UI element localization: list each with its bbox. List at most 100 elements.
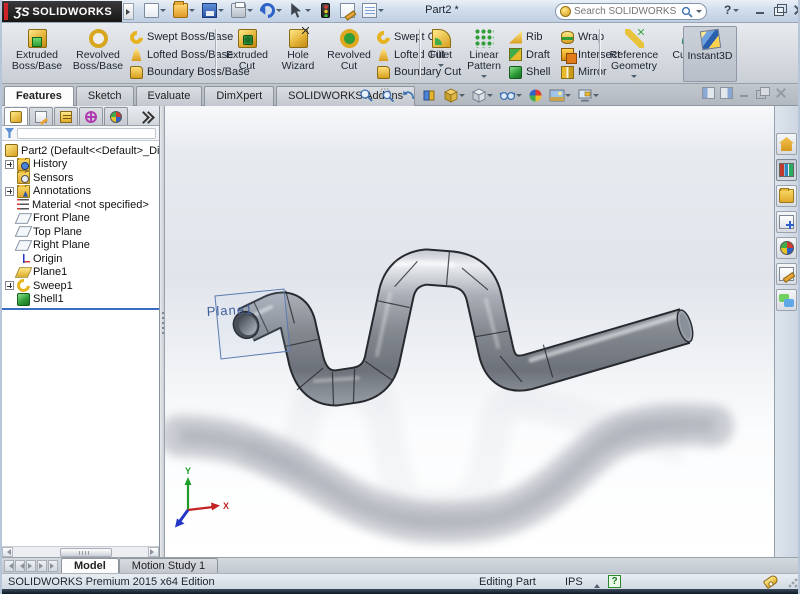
new-document-button[interactable] <box>142 2 168 19</box>
revolved-cut-button[interactable]: Revolved Cut <box>323 26 375 72</box>
tree-item-right-plane[interactable]: Right Plane <box>2 239 159 253</box>
expand-icon[interactable] <box>5 281 14 290</box>
tree-item-annotations[interactable]: Annotations <box>2 185 159 199</box>
tree-item-origin[interactable]: Origin <box>2 252 159 266</box>
propertymanager-tab[interactable] <box>29 107 53 125</box>
tree-item-shell1[interactable]: Shell1 <box>2 293 159 307</box>
tree-item-plane1[interactable]: Plane1 <box>2 266 159 280</box>
save-button[interactable] <box>200 2 226 19</box>
tree-item-history[interactable]: History <box>2 158 159 172</box>
motion-study-tab[interactable]: Motion Study 1 <box>119 558 218 573</box>
tab-list-button[interactable] <box>48 560 58 572</box>
select-button[interactable] <box>287 2 313 19</box>
menu-expand-button[interactable] <box>123 3 134 20</box>
linear-pattern-button[interactable]: Linear Pattern <box>461 26 507 81</box>
prev-tab-button[interactable] <box>15 560 25 572</box>
custom-properties-button[interactable] <box>776 263 797 285</box>
tag-icon[interactable] <box>763 574 780 589</box>
resize-grip[interactable] <box>788 578 798 588</box>
tab-features[interactable]: Features <box>4 86 74 106</box>
tree-item-sweep1[interactable]: Sweep1 <box>2 279 159 293</box>
scroll-left-arrow[interactable] <box>2 547 13 557</box>
displaymanager-tab[interactable] <box>104 107 128 125</box>
featuremanager-tree-tab[interactable] <box>4 107 28 125</box>
instant3d-toggle-button[interactable]: Instant3D <box>683 26 737 82</box>
units-dropdown-icon[interactable] <box>594 581 600 588</box>
configurationmanager-tab[interactable] <box>54 107 78 125</box>
tab-evaluate[interactable]: Evaluate <box>136 86 203 106</box>
revolved-boss-button[interactable]: Revolved Boss/Base <box>68 26 128 72</box>
tab-sketch[interactable]: Sketch <box>76 86 134 106</box>
view-orientation-button[interactable] <box>441 86 467 104</box>
filter-input[interactable] <box>17 128 156 139</box>
extruded-cut-button[interactable]: Extruded Cut <box>221 26 273 72</box>
apply-scene-button[interactable] <box>547 86 573 104</box>
design-library-button[interactable] <box>776 159 797 181</box>
home-button[interactable] <box>776 133 797 155</box>
document-restore-button[interactable] <box>756 87 769 99</box>
reference-geometry-button[interactable]: Reference Geometry <box>603 26 665 81</box>
status-help-button[interactable]: ? <box>608 575 621 588</box>
graphics-area[interactable]: Plane1 Y X <box>165 106 778 557</box>
close-button[interactable] <box>792 4 800 15</box>
search-dropdown-icon[interactable] <box>696 10 702 16</box>
previous-view-button[interactable] <box>399 86 418 104</box>
pane-left-icon[interactable] <box>702 87 715 99</box>
extruded-boss-button[interactable]: Extruded Boss/Base <box>8 26 66 72</box>
view-settings-button[interactable] <box>575 86 601 104</box>
appearances-button[interactable] <box>776 237 797 259</box>
plane1-annotation[interactable]: Plane1 <box>206 289 290 359</box>
first-tab-button[interactable] <box>4 560 14 572</box>
panel-horizontal-scrollbar[interactable] <box>2 546 159 557</box>
draft-button[interactable]: Draft <box>509 47 559 63</box>
search-input[interactable] <box>574 6 678 17</box>
minimize-button[interactable] <box>754 4 767 15</box>
units-selector[interactable]: IPS <box>565 576 583 588</box>
fillet-button[interactable]: Fillet <box>423 26 459 70</box>
last-tab-button[interactable] <box>37 560 47 572</box>
scroll-right-arrow[interactable] <box>148 547 159 557</box>
command-manager-ribbon: Extruded Boss/Base Revolved Boss/Base Sw… <box>2 23 798 84</box>
section-view-button[interactable] <box>420 86 439 104</box>
tree-root-part[interactable]: Part2 (Default<<Default>_Disp <box>2 144 159 158</box>
wrap-icon <box>561 31 574 44</box>
panel-overflow-chevron-icon[interactable] <box>139 109 155 125</box>
print-button[interactable] <box>229 2 255 19</box>
help-menu-button[interactable]: ? <box>724 3 739 17</box>
tree-item-front-plane[interactable]: Front Plane <box>2 212 159 226</box>
zoom-to-fit-button[interactable] <box>357 86 376 104</box>
tree-item-top-plane[interactable]: Top Plane <box>2 225 159 239</box>
model-tab[interactable]: Model <box>61 558 119 573</box>
solidworks-forum-button[interactable] <box>776 289 797 311</box>
display-style-button[interactable] <box>469 86 495 104</box>
hole-wizard-button[interactable]: Hole Wizard <box>275 26 321 72</box>
undo-button[interactable] <box>258 2 284 19</box>
shell-button[interactable]: Shell <box>509 64 559 80</box>
filter-funnel-icon[interactable] <box>5 128 14 138</box>
restore-button[interactable] <box>773 4 786 15</box>
dimxpertmanager-tab[interactable] <box>79 107 103 125</box>
pane-right-icon[interactable] <box>720 87 733 99</box>
expand-icon[interactable] <box>5 187 14 196</box>
open-button[interactable] <box>171 2 197 19</box>
rebuild-button[interactable] <box>316 2 335 19</box>
next-tab-button[interactable] <box>26 560 36 572</box>
tree-item-material[interactable]: Material <not specified> <box>2 198 159 212</box>
scrollbar-thumb[interactable] <box>60 548 112 557</box>
tab-dimxpert[interactable]: DimXpert <box>204 86 274 106</box>
document-close-button[interactable] <box>774 87 787 99</box>
zoom-to-area-button[interactable] <box>378 86 397 104</box>
hide-show-items-button[interactable] <box>497 86 524 104</box>
tree-splitter-bar[interactable] <box>2 308 159 310</box>
edit-appearance-button[interactable] <box>526 86 545 104</box>
view-palette-button[interactable] <box>776 211 797 233</box>
help-search-box[interactable] <box>555 3 707 20</box>
feature-tree: Part2 (Default<<Default>_Disp History Se… <box>2 141 159 310</box>
file-properties-button[interactable] <box>338 2 357 19</box>
expand-icon[interactable] <box>5 160 14 169</box>
rib-button[interactable]: Rib <box>509 29 559 45</box>
tree-item-sensors[interactable]: Sensors <box>2 171 159 185</box>
document-minimize-button[interactable] <box>738 87 751 99</box>
file-explorer-button[interactable] <box>776 185 797 207</box>
search-icon[interactable] <box>681 6 693 18</box>
